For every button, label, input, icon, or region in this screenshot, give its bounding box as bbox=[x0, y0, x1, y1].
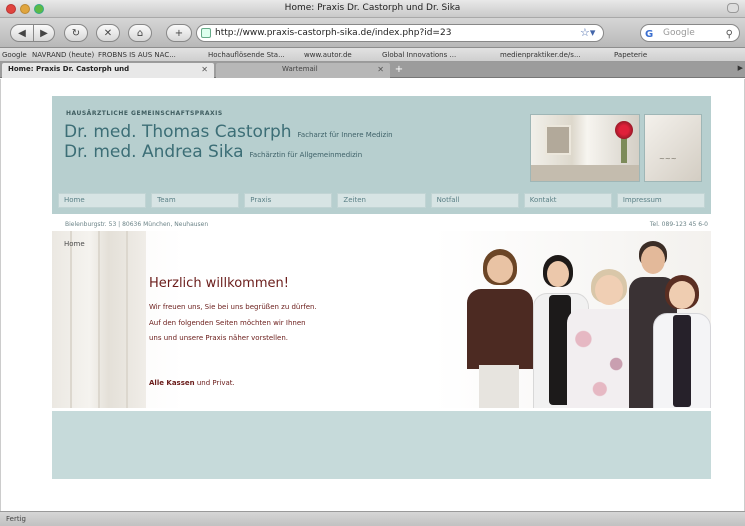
nav-home[interactable]: Home bbox=[58, 193, 147, 208]
bookmark-item[interactable]: Global Innovations ... bbox=[382, 51, 456, 59]
bookmark-item[interactable]: Google bbox=[2, 51, 27, 59]
site-favicon-icon bbox=[201, 28, 211, 38]
bookmark-star-icon[interactable]: ☆▾ bbox=[580, 26, 595, 39]
home-button[interactable]: ⌂ bbox=[128, 24, 152, 42]
practice-sign-photo: ~~~ bbox=[644, 114, 702, 182]
close-tab-icon[interactable]: ✕ bbox=[201, 63, 208, 76]
decorative-curtain-image bbox=[52, 231, 146, 408]
team-member-figure bbox=[653, 275, 711, 408]
body-shape bbox=[467, 289, 533, 369]
team-member-figure bbox=[465, 249, 535, 408]
nav-praxis[interactable]: Praxis bbox=[244, 193, 333, 208]
insurance-note: Alle Kassen und Privat. bbox=[149, 379, 235, 387]
reload-button[interactable]: ↻ bbox=[64, 24, 88, 42]
forward-button[interactable]: ▶ bbox=[33, 24, 55, 42]
footer-band bbox=[52, 411, 711, 479]
tab-home[interactable]: Home: Praxis Dr. Castorph und ✕ bbox=[2, 63, 214, 78]
tab-bar: Home: Praxis Dr. Castorph und ✕ Wartemai… bbox=[0, 62, 745, 78]
doctor1-specialty: Facharzt für Innere Medizin bbox=[297, 131, 393, 139]
bookmark-item[interactable]: NAVRAND (heute) bbox=[32, 51, 94, 59]
tab-wartemail[interactable]: Wartemail ✕ bbox=[216, 63, 390, 78]
doctor2-name: Dr. med. Andrea Sika bbox=[64, 142, 244, 162]
head-shape bbox=[641, 246, 665, 274]
nav-impressum[interactable]: Impressum bbox=[616, 193, 705, 208]
bookmarks-bar: Google NAVRAND (heute) FROBNS IS AUS NAC… bbox=[0, 48, 745, 62]
head-shape bbox=[487, 255, 513, 283]
practice-type-label: HAUSÄRZTLICHE GEMEINSCHAFTSPRAXIS bbox=[66, 110, 223, 117]
plus-icon: + bbox=[174, 27, 184, 39]
doctor1-line: Dr. med. Thomas Castorph Facharzt für Inn… bbox=[64, 122, 393, 142]
vase-image bbox=[621, 137, 627, 163]
legs-shape bbox=[479, 365, 519, 408]
tab-label: Wartemail bbox=[282, 65, 318, 73]
curtain-fold bbox=[70, 231, 72, 408]
status-bar: Fertig bbox=[0, 511, 745, 526]
site-header: HAUSÄRZTLICHE GEMEINSCHAFTSPRAXIS Dr. me… bbox=[52, 96, 711, 214]
tab-overflow-icon[interactable]: ▶ bbox=[738, 64, 743, 72]
welcome-heading: Herzlich willkommen! bbox=[149, 276, 289, 291]
team-photo bbox=[457, 231, 711, 408]
new-tab-button[interactable]: + bbox=[392, 63, 406, 77]
bookmark-item[interactable]: FROBNS IS AUS NAC... bbox=[98, 51, 176, 59]
forward-arrow-icon: ▶ bbox=[40, 27, 48, 39]
bookmark-item[interactable]: www.autor.de bbox=[304, 51, 352, 59]
head-shape bbox=[669, 281, 695, 309]
insurance-bold: Alle Kassen bbox=[149, 379, 195, 387]
flowers-image bbox=[615, 121, 633, 139]
stop-button[interactable]: ✕ bbox=[96, 24, 120, 42]
status-text: Fertig bbox=[6, 515, 26, 523]
back-button[interactable]: ◀ bbox=[10, 24, 34, 42]
bookmark-item[interactable]: Papeterie bbox=[614, 51, 647, 59]
main-navigation: Home Team Praxis Zeiten Notfall Kontakt … bbox=[58, 193, 705, 208]
doctor1-name: Dr. med. Thomas Castorph bbox=[64, 122, 292, 142]
nav-zeiten[interactable]: Zeiten bbox=[337, 193, 426, 208]
url-text: http://www.praxis-castorph-sika.de/index… bbox=[215, 28, 452, 38]
doctor2-line: Dr. med. Andrea Sika Fachärztin für Allge… bbox=[64, 142, 362, 162]
wall-sign-image: ~~~ bbox=[659, 155, 677, 163]
shirt-shape bbox=[673, 315, 691, 407]
toolbar-toggle-button[interactable] bbox=[727, 3, 739, 13]
close-tab-icon[interactable]: ✕ bbox=[377, 63, 384, 76]
window-title: Home: Praxis Dr. Castorph und Dr. Sika bbox=[284, 3, 461, 13]
browser-toolbar: ◀ ▶ ↻ ✕ ⌂ + http://www.praxis-castorph-s… bbox=[0, 18, 745, 48]
welcome-hero: Home Herzlich willkommen! Wir freuen uns… bbox=[52, 231, 711, 408]
stop-icon: ✕ bbox=[103, 27, 113, 39]
tab-label: Home: Praxis Dr. Castorph und bbox=[8, 65, 130, 73]
practice-address: Bielenburgstr. 53 | 80636 München, Neuha… bbox=[65, 221, 209, 228]
address-bar[interactable]: http://www.praxis-castorph-sika.de/index… bbox=[196, 24, 604, 42]
doctor2-specialty: Fachärztin für Allgemeinmedizin bbox=[249, 151, 363, 159]
nav-notfall[interactable]: Notfall bbox=[430, 193, 519, 208]
head-shape bbox=[595, 275, 623, 305]
intro-line: uns und unsere Praxis näher vorstellen. bbox=[149, 334, 289, 342]
insurance-rest: und Privat. bbox=[194, 379, 235, 387]
add-bookmark-button[interactable]: + bbox=[166, 24, 192, 42]
curtain-fold bbox=[126, 231, 128, 408]
bookmark-item[interactable]: medienpraktiker.de/s... bbox=[500, 51, 581, 59]
home-icon: ⌂ bbox=[136, 27, 144, 39]
reload-icon: ↻ bbox=[71, 27, 81, 39]
head-shape bbox=[547, 261, 569, 287]
curtain-fold bbox=[98, 231, 100, 408]
back-arrow-icon: ◀ bbox=[18, 27, 26, 39]
intro-line: Wir freuen uns, Sie bei uns begrüßen zu … bbox=[149, 303, 317, 311]
search-placeholder: Google bbox=[663, 28, 695, 38]
bookmark-item[interactable]: Hochauflösende Sta... bbox=[208, 51, 285, 59]
nav-kontakt[interactable]: Kontakt bbox=[523, 193, 612, 208]
window-titlebar: Home: Praxis Dr. Castorph und Dr. Sika bbox=[0, 0, 745, 18]
page-viewport: HAUSÄRZTLICHE GEMEINSCHAFTSPRAXIS Dr. me… bbox=[0, 79, 745, 511]
reception-desk-image bbox=[531, 165, 639, 181]
practice-interior-photo bbox=[530, 114, 640, 182]
nav-team[interactable]: Team bbox=[151, 193, 240, 208]
intro-line: Auf den folgenden Seiten möchten wir Ihn… bbox=[149, 319, 306, 327]
practice-phone: Tel. 089-123 45 6-0 bbox=[649, 221, 708, 228]
search-icon: ⚲ bbox=[725, 29, 733, 40]
google-icon: G bbox=[645, 29, 654, 40]
search-input[interactable]: G Google ⚲ bbox=[640, 24, 740, 42]
breadcrumb[interactable]: Home bbox=[64, 240, 85, 248]
wall-art-image bbox=[545, 125, 571, 155]
